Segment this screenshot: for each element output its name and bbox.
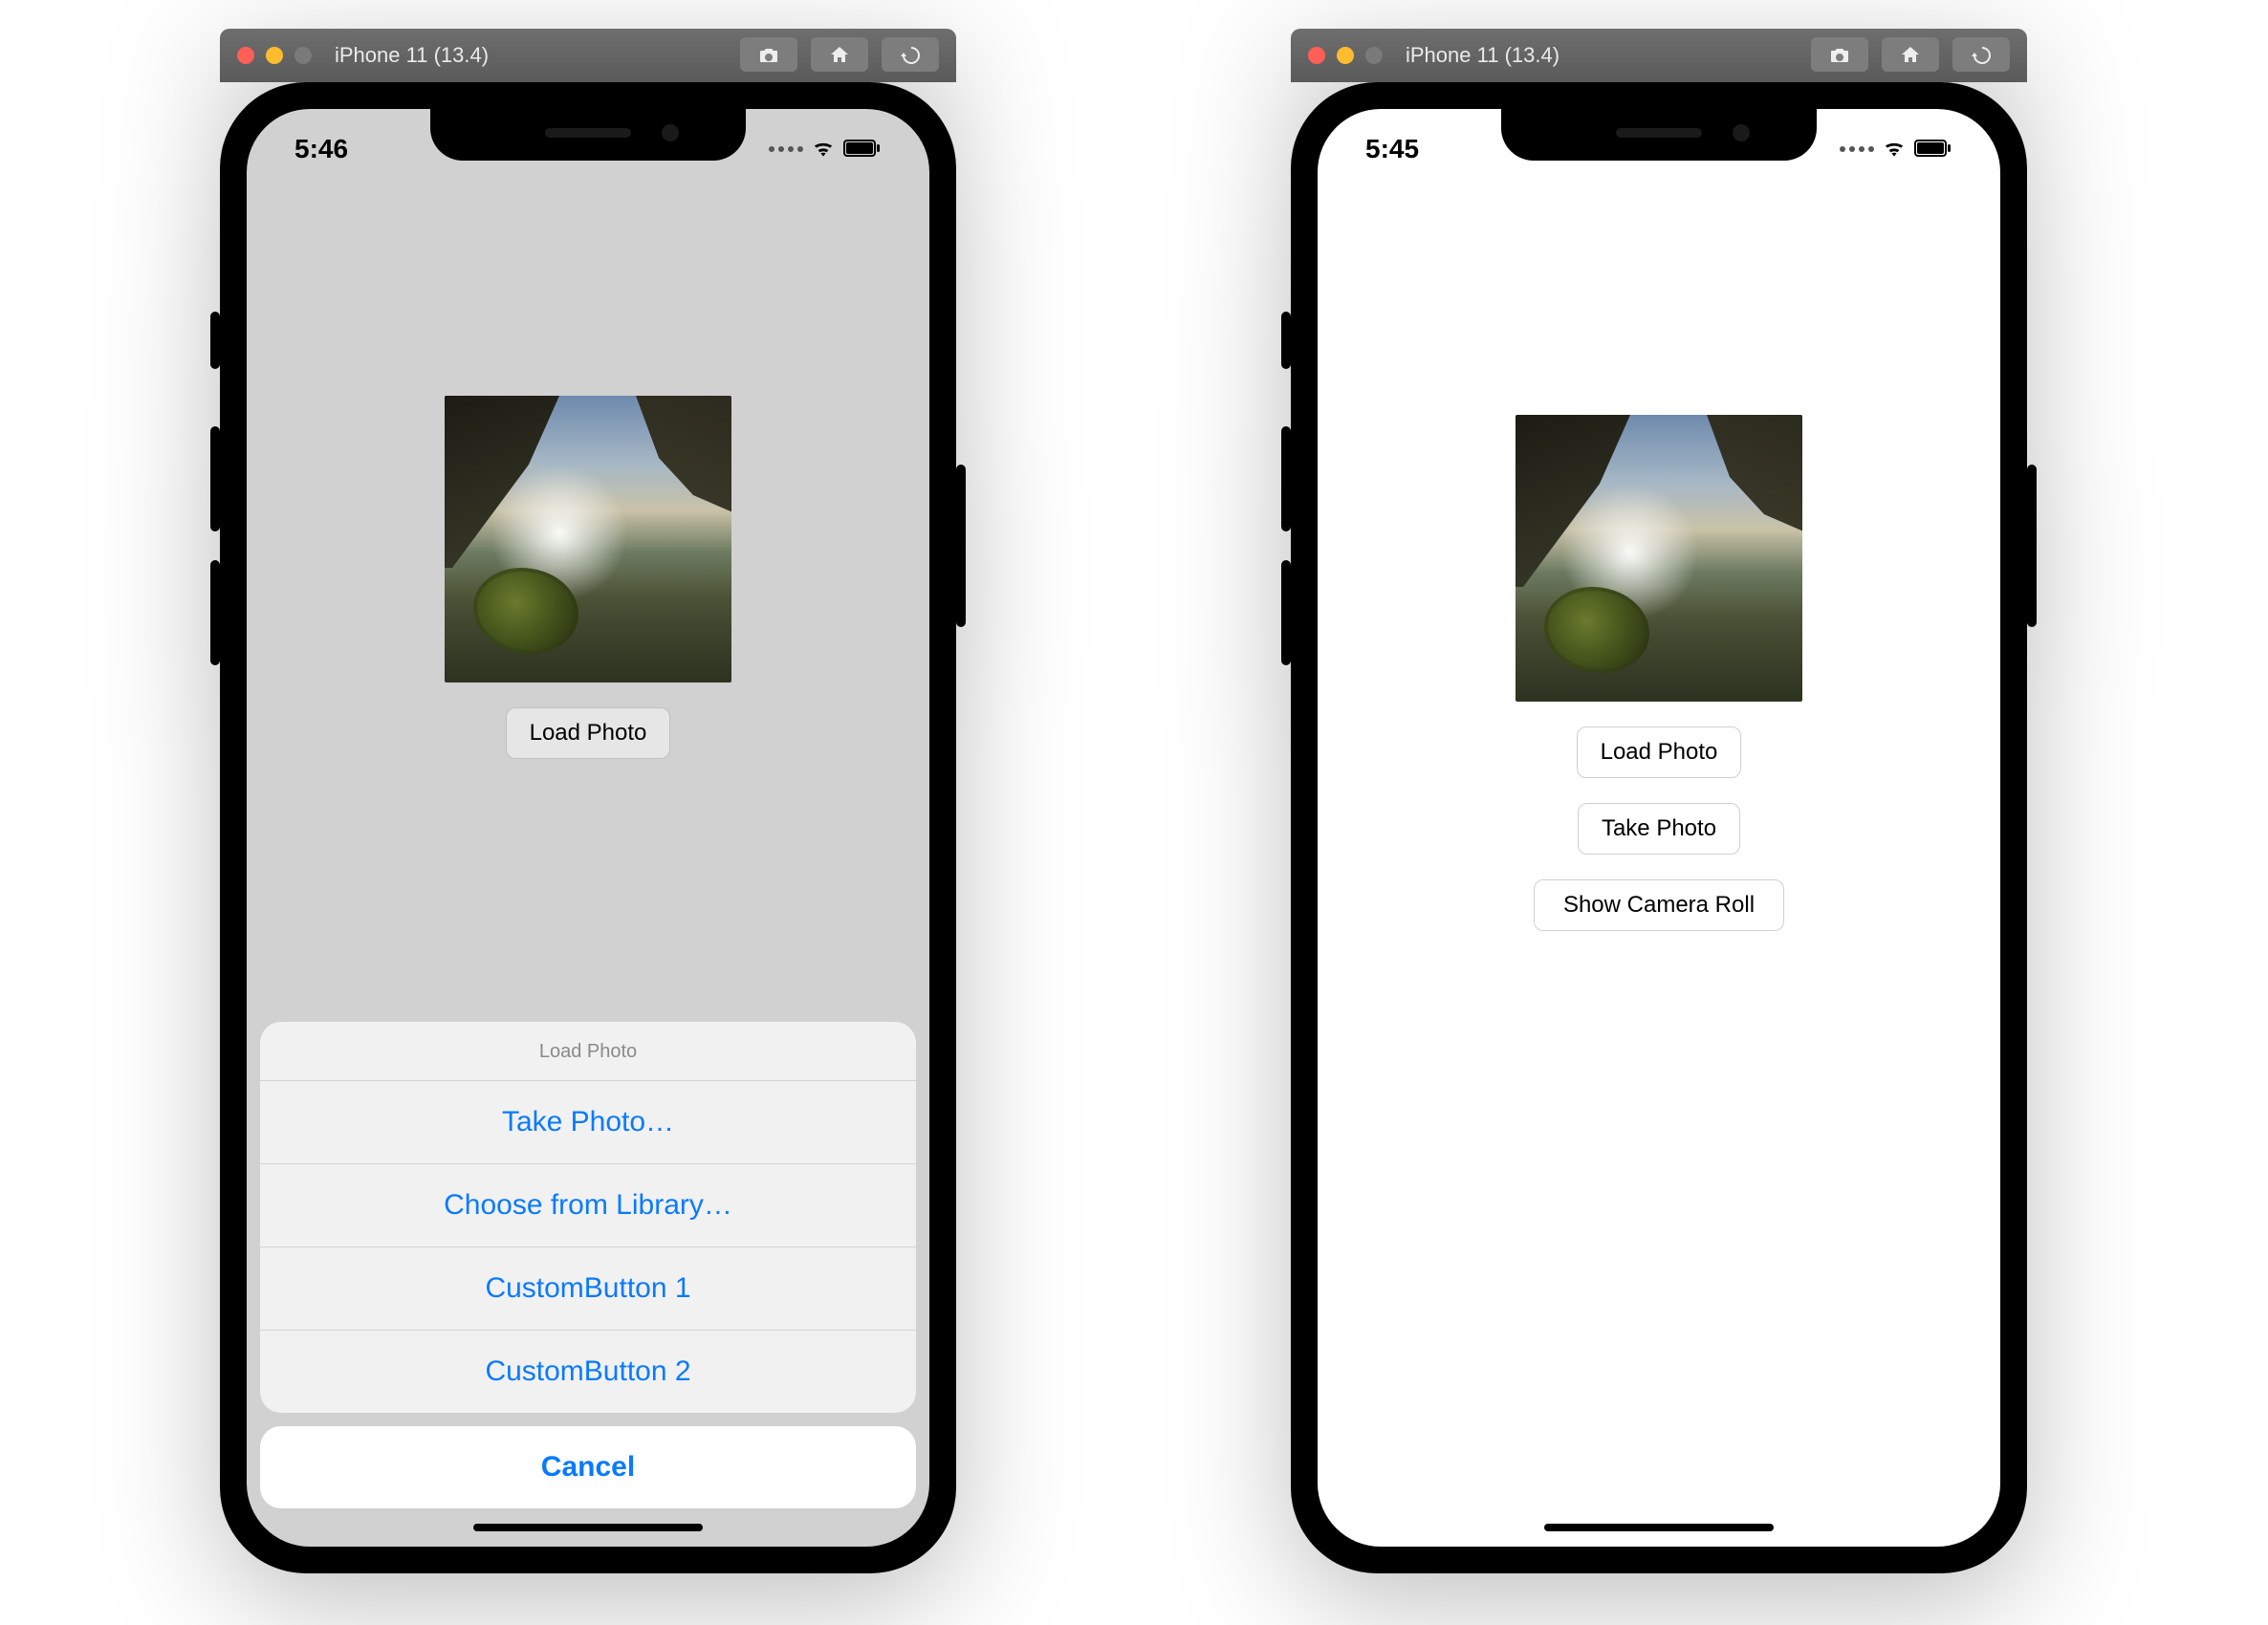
custom-button-2-action[interactable]: CustomButton 2 xyxy=(260,1330,916,1413)
minimize-window-icon[interactable] xyxy=(266,47,283,64)
minimize-window-icon[interactable] xyxy=(1337,47,1354,64)
status-time: 5:45 xyxy=(1365,134,1419,164)
take-photo-action[interactable]: Take Photo… xyxy=(260,1080,916,1163)
silent-switch xyxy=(1281,312,1291,369)
traffic-lights xyxy=(237,47,312,64)
cancel-action[interactable]: Cancel xyxy=(260,1426,916,1508)
close-window-icon[interactable] xyxy=(237,47,254,64)
simulator-toolbar: iPhone 11 (13.4) xyxy=(1291,29,2027,82)
screenshot-button[interactable] xyxy=(1811,37,1868,74)
simulator-toolbar: iPhone 11 (13.4) xyxy=(220,29,956,82)
close-window-icon[interactable] xyxy=(1308,47,1325,64)
home-indicator[interactable] xyxy=(473,1524,703,1531)
traffic-lights xyxy=(1308,47,1383,64)
phone-screen: 5:45 Load Photo Take Photo Show Camera R… xyxy=(1318,109,2000,1547)
zoom-window-icon[interactable] xyxy=(294,47,312,64)
phone-screen: 5:46 Load Photo Load Photo xyxy=(247,109,929,1547)
phone-frame: 5:46 Load Photo Load Photo xyxy=(220,82,956,1573)
zoom-window-icon[interactable] xyxy=(1365,47,1383,64)
simulator-title: iPhone 11 (13.4) xyxy=(335,43,727,68)
simulator-window-left: iPhone 11 (13.4) 5:46 xyxy=(220,29,956,1573)
volume-up-button xyxy=(210,426,220,531)
volume-down-button xyxy=(210,560,220,665)
cellular-icon xyxy=(769,146,803,152)
phone-frame: 5:45 Load Photo Take Photo Show Camera R… xyxy=(1291,82,2027,1573)
screenshot-button[interactable] xyxy=(740,37,797,74)
action-sheet-title: Load Photo xyxy=(260,1022,916,1080)
home-button[interactable] xyxy=(811,37,868,74)
action-sheet: Load Photo Take Photo… Choose from Libra… xyxy=(247,1022,929,1547)
preview-image xyxy=(445,396,731,682)
show-camera-roll-button[interactable]: Show Camera Roll xyxy=(1534,879,1784,931)
volume-down-button xyxy=(1281,560,1291,665)
wifi-icon xyxy=(811,134,836,164)
action-sheet-panel: Load Photo Take Photo… Choose from Libra… xyxy=(260,1022,916,1413)
simulator-window-right: iPhone 11 (13.4) 5:45 xyxy=(1291,29,2027,1573)
home-indicator[interactable] xyxy=(1544,1524,1774,1531)
cellular-icon xyxy=(1840,146,1874,152)
power-button xyxy=(2027,465,2037,627)
status-time: 5:46 xyxy=(294,134,348,164)
choose-library-action[interactable]: Choose from Library… xyxy=(260,1163,916,1246)
power-button xyxy=(956,465,966,627)
rotate-button[interactable] xyxy=(1952,37,2010,74)
take-photo-button[interactable]: Take Photo xyxy=(1578,803,1740,855)
load-photo-button[interactable]: Load Photo xyxy=(1577,726,1742,778)
silent-switch xyxy=(210,312,220,369)
rotate-button[interactable] xyxy=(882,37,939,74)
battery-icon xyxy=(843,134,882,164)
custom-button-1-action[interactable]: CustomButton 1 xyxy=(260,1246,916,1330)
home-button[interactable] xyxy=(1882,37,1939,74)
load-photo-button[interactable]: Load Photo xyxy=(506,707,671,759)
simulator-title: iPhone 11 (13.4) xyxy=(1406,43,1798,68)
volume-up-button xyxy=(1281,426,1291,531)
notch xyxy=(430,109,746,161)
app-content: Load Photo Take Photo Show Camera Roll xyxy=(1318,109,2000,1547)
wifi-icon xyxy=(1882,134,1907,164)
battery-icon xyxy=(1914,134,1952,164)
preview-image xyxy=(1516,415,1802,702)
notch xyxy=(1501,109,1817,161)
